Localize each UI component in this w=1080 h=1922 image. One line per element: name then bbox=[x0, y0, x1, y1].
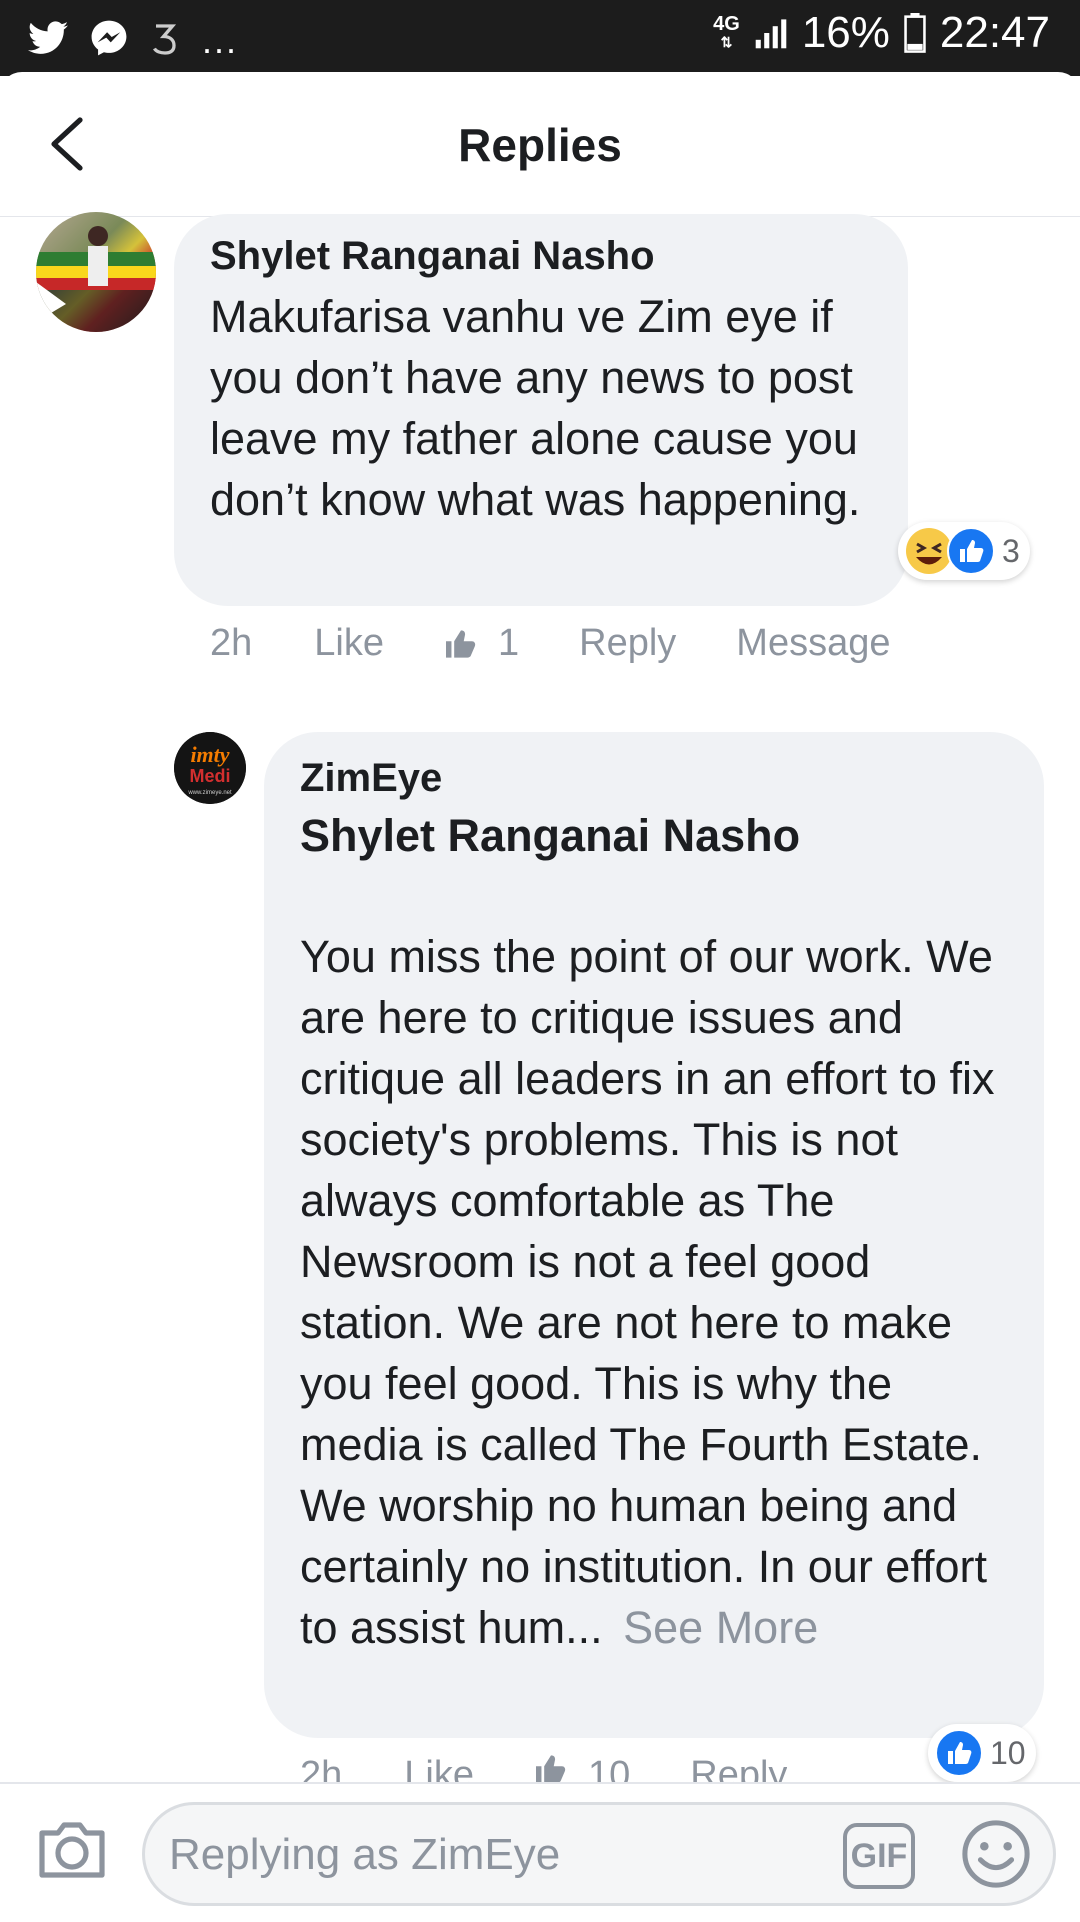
emoji-icon[interactable] bbox=[961, 1819, 1031, 1889]
comment-bubble[interactable]: Shylet Ranganai Nasho Makufarisa vanhu v… bbox=[174, 214, 908, 606]
reaction-summary[interactable]: 3 bbox=[898, 522, 1030, 580]
reply-text: You miss the point of our work. We are h… bbox=[300, 926, 1010, 1658]
three-network-icon bbox=[153, 24, 177, 55]
like-button[interactable]: Like bbox=[314, 622, 384, 665]
reply-actions: 2h Like 10 Reply bbox=[300, 1754, 787, 1782]
reply-composer: GIF bbox=[0, 1782, 1080, 1922]
clock: 22:47 bbox=[939, 8, 1050, 57]
page-title: Replies bbox=[458, 119, 622, 171]
messenger-icon bbox=[91, 20, 127, 56]
network-type: 4G ⇅ bbox=[713, 13, 740, 50]
profile-photo-icon bbox=[36, 226, 156, 332]
reply-author[interactable]: ZimEye bbox=[300, 756, 442, 801]
system-indicators: 4G ⇅ 16% 22:47 bbox=[713, 8, 1050, 58]
like-button[interactable]: Like bbox=[404, 1754, 474, 1782]
mention-tag[interactable]: Shylet Ranganai Nasho bbox=[300, 810, 800, 862]
reply-body: You miss the point of our work. We are h… bbox=[300, 931, 995, 1653]
notification-icons: ... bbox=[28, 14, 238, 62]
see-more-link[interactable]: See More bbox=[623, 1602, 818, 1653]
status-bar: ... 4G ⇅ 16% 22:47 bbox=[0, 0, 1080, 76]
more-notifications: ... bbox=[202, 20, 239, 61]
comment-author[interactable]: Shylet Ranganai Nasho bbox=[210, 234, 655, 279]
replies-header: Replies bbox=[0, 72, 1080, 217]
battery-percent: 16% bbox=[801, 8, 890, 57]
signal-icon bbox=[755, 19, 787, 49]
reply-button[interactable]: Reply bbox=[690, 1754, 787, 1782]
reaction-summary[interactable]: 10 bbox=[928, 1724, 1036, 1782]
gif-button[interactable]: GIF bbox=[843, 1823, 915, 1889]
like-count: 1 bbox=[498, 622, 520, 664]
camera-icon[interactable] bbox=[36, 1816, 108, 1882]
reaction-count: 3 bbox=[1002, 532, 1020, 569]
svg-text:www.zimeye.net: www.zimeye.net bbox=[187, 790, 232, 796]
like-icon bbox=[947, 527, 995, 575]
reply-bubble[interactable]: ZimEye Shylet Ranganai Nasho You miss th… bbox=[264, 732, 1044, 1738]
svg-text:Medi: Medi bbox=[189, 766, 230, 786]
reaction-count: 10 bbox=[990, 1734, 1026, 1771]
zimeye-logo-icon: imty Medi www.zimeye.net bbox=[174, 732, 246, 804]
like-count: 10 bbox=[588, 1754, 631, 1782]
comment-actions: 2h Like 1 Reply Message bbox=[210, 622, 891, 665]
battery-icon bbox=[904, 13, 926, 53]
reply-input-container[interactable]: GIF bbox=[142, 1802, 1056, 1906]
svg-text:imty: imty bbox=[190, 742, 229, 767]
twitter-icon bbox=[28, 21, 68, 54]
message-button[interactable]: Message bbox=[736, 622, 890, 665]
thumbs-up-icon bbox=[446, 629, 476, 658]
comment-time: 2h bbox=[210, 622, 253, 664]
reply-input[interactable] bbox=[167, 1819, 771, 1891]
reply-time: 2h bbox=[300, 1754, 343, 1782]
thumbs-up-icon bbox=[536, 1755, 566, 1782]
like-icon bbox=[935, 1729, 983, 1777]
avatar-shylet[interactable] bbox=[36, 212, 156, 332]
reply-button[interactable]: Reply bbox=[579, 622, 676, 665]
avatar-zimeye[interactable]: imty Medi www.zimeye.net bbox=[174, 732, 246, 804]
comment-text: Makufarisa vanhu ve Zim eye if you don’t… bbox=[210, 291, 861, 525]
